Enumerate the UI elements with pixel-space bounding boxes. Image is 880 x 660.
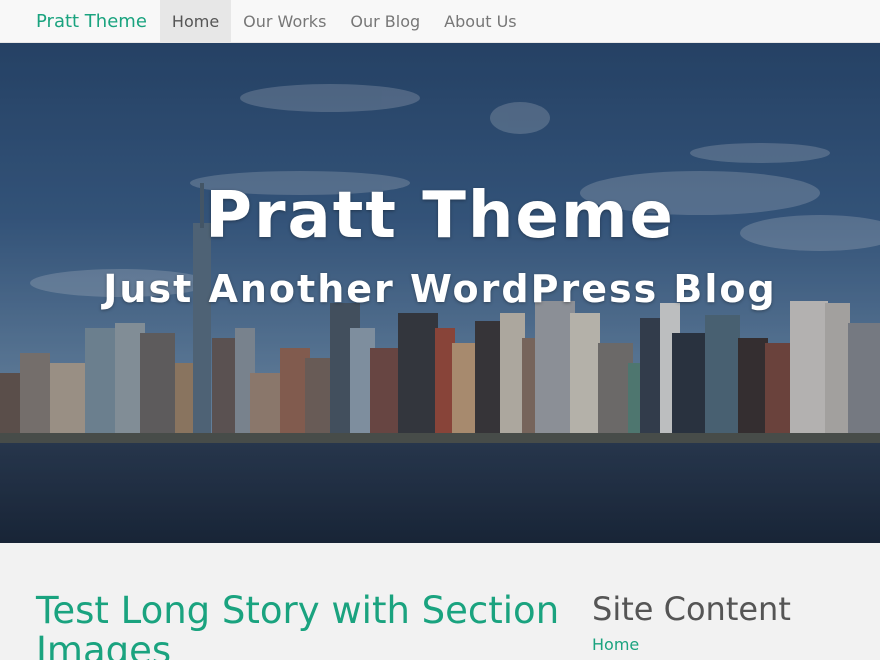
site-brand-link[interactable]: Pratt Theme: [0, 0, 160, 42]
hero-title: Pratt Theme: [205, 179, 675, 253]
nav-item-our-works[interactable]: Our Works: [231, 0, 338, 42]
nav-item-about-us[interactable]: About Us: [432, 0, 528, 42]
post-title-link[interactable]: Test Long Story with Section Images: [36, 591, 566, 660]
hero-subtitle: Just Another WordPress Blog: [103, 267, 777, 311]
hero-text: Pratt Theme Just Another WordPress Blog: [0, 43, 880, 543]
hero-banner: Pratt Theme Just Another WordPress Blog: [0, 43, 880, 543]
nav-item-our-blog[interactable]: Our Blog: [338, 0, 432, 42]
main-content: Test Long Story with Section Images Site…: [0, 543, 880, 660]
top-navbar: Pratt Theme Home Our Works Our Blog Abou…: [0, 0, 880, 43]
sidebar-title: Site Content: [592, 590, 791, 628]
nav-item-home[interactable]: Home: [159, 0, 232, 42]
sidebar-link-home[interactable]: Home: [592, 635, 639, 654]
